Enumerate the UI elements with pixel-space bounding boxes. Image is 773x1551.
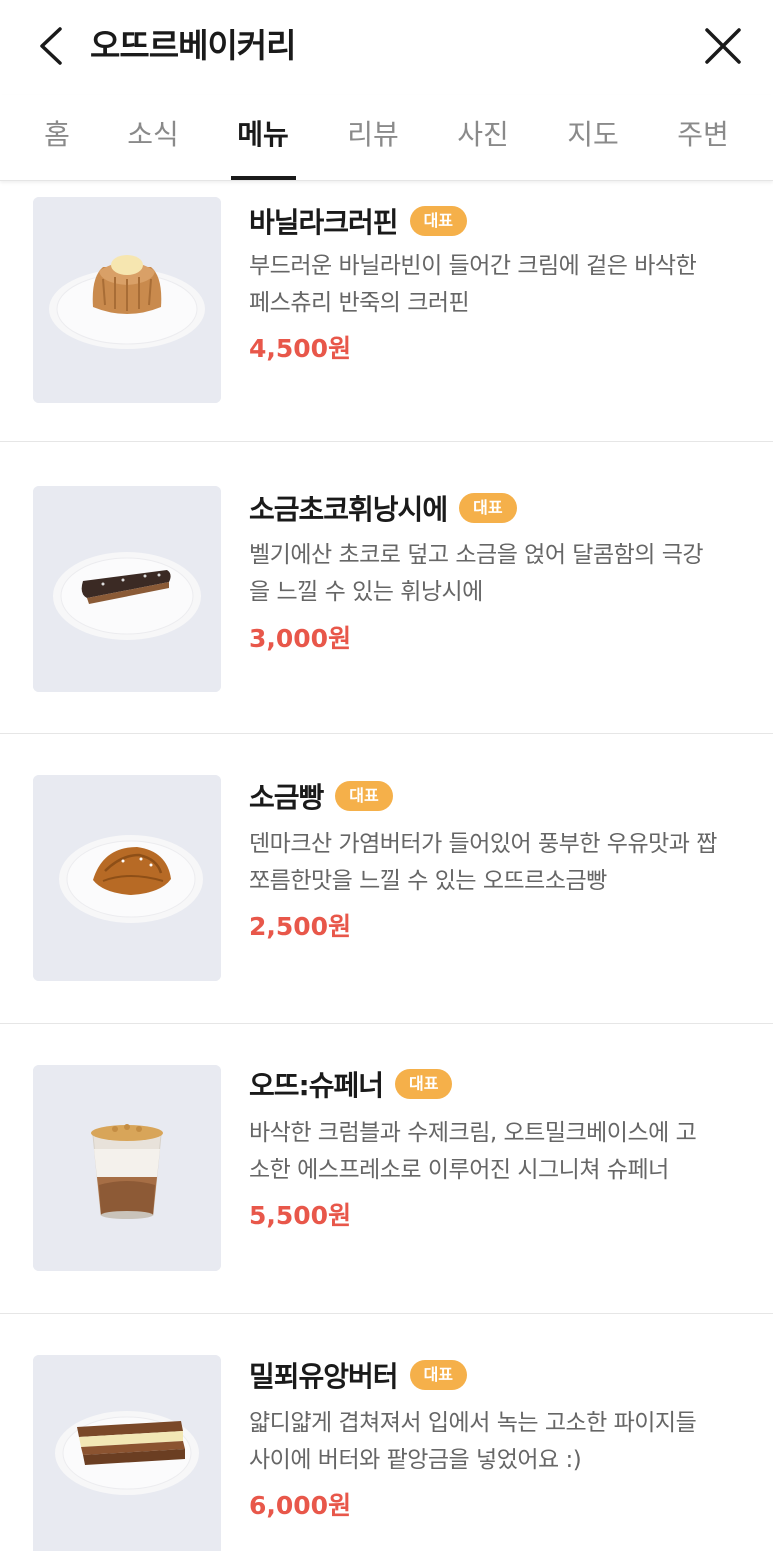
desc-line: 덴마크산 가염버터가 들어있어 풍부한 우유맛과 짭 (249, 831, 717, 857)
desc-line: 을 느낄 수 있는 휘낭시에 (249, 579, 483, 605)
tab-map[interactable]: 지도 (557, 95, 629, 181)
menu-item-photo (33, 486, 221, 692)
active-tab-indicator (231, 176, 296, 180)
menu-item-photo (33, 1065, 221, 1271)
menu-item[interactable]: 밀푀유앙버터 대표 얇디얇게 겹쳐져서 입에서 녹는 고소한 파이지들 사이에 … (0, 1313, 773, 1551)
menu-item-price: 6,000원 (249, 1491, 352, 1520)
desc-line: 사이에 버터와 팥앙금을 넣었어요 :) (249, 1447, 582, 1473)
menu-item-price: 5,500원 (249, 1201, 352, 1230)
close-icon (705, 28, 741, 64)
menu-item-price: 4,500원 (249, 334, 352, 363)
tab-bar: 홈 소식 메뉴 리뷰 사진 지도 주변 (0, 95, 773, 181)
menu-item-name: 바닐라크러핀 (249, 206, 399, 239)
page-title: 오뜨르베이커리 (90, 26, 297, 65)
back-button[interactable] (28, 22, 76, 70)
salt-bread-image (33, 775, 221, 981)
desc-line: 얇디얇게 겹쳐져서 입에서 녹는 고소한 파이지들 (249, 1410, 697, 1436)
signature-badge: 대표 (409, 1360, 468, 1390)
desc-line: 벨기에산 초코로 덮고 소금을 얹어 달콤함의 극강 (249, 542, 704, 568)
desc-line: 쪼름한맛을 느낄 수 있는 오뜨르소금빵 (249, 868, 607, 894)
cruffin-image (33, 197, 221, 403)
menu-item-name: 오뜨:슈페너 (249, 1069, 384, 1102)
menu-item-description: 얇디얇게 겹쳐져서 입에서 녹는 고소한 파이지들 사이에 버터와 팥앙금을 넣… (249, 1405, 749, 1479)
tab-photos[interactable]: 사진 (447, 95, 519, 181)
menu-item-header: 오뜨:슈페너 대표 (249, 1064, 453, 1104)
menu-item-header: 소금빵 대표 (249, 776, 393, 816)
menu-item-photo (33, 775, 221, 981)
header: 오뜨르베이커리 (0, 0, 773, 95)
close-button[interactable] (699, 22, 747, 70)
menu-item-description: 덴마크산 가염버터가 들어있어 풍부한 우유맛과 짭 쪼름한맛을 느낄 수 있는… (249, 826, 749, 900)
tab-reviews[interactable]: 리뷰 (337, 95, 409, 181)
menu-item-description: 벨기에산 초코로 덮고 소금을 얹어 달콤함의 극강 을 느낄 수 있는 휘낭시… (249, 537, 749, 611)
menu-item[interactable]: 바닐라크러핀 대표 부드러운 바닐라빈이 들어간 크림에 겉은 바삭한 페스츄리… (0, 152, 773, 442)
menu-item[interactable]: 소금빵 대표 덴마크산 가염버터가 들어있어 풍부한 우유맛과 짭 쪼름한맛을 … (0, 734, 773, 1024)
mille-feuille-image (33, 1355, 221, 1551)
menu-item-header: 소금초코휘낭시에 대표 (249, 488, 517, 528)
signature-badge: 대표 (409, 206, 468, 236)
desc-line: 부드러운 바닐라빈이 들어간 크림에 겉은 바삭한 (249, 253, 697, 279)
menu-item-name: 소금빵 (249, 781, 324, 814)
menu-item-description: 부드러운 바닐라빈이 들어간 크림에 겉은 바삭한 페스츄리 반죽의 크러핀 (249, 248, 749, 322)
menu-item-price: 2,500원 (249, 912, 352, 941)
menu-item[interactable]: 소금초코휘낭시에 대표 벨기에산 초코로 덮고 소금을 얹어 달콤함의 극강 을… (0, 444, 773, 734)
menu-item-price: 3,000원 (249, 624, 352, 653)
signature-badge: 대표 (335, 781, 393, 811)
menu-item[interactable]: 오뜨:슈페너 대표 바삭한 크럼블과 수제크림, 오트밀크베이스에 고 소한 에… (0, 1024, 773, 1314)
chevron-left-icon (40, 27, 62, 65)
menu-item-header: 바닐라크러핀 대표 (249, 201, 468, 241)
menu-item-header: 밀푀유앙버터 대표 (249, 1355, 468, 1395)
tab-nearby[interactable]: 주변 (667, 95, 739, 181)
desc-line: 페스츄리 반죽의 크러핀 (249, 290, 470, 316)
menu-item-name: 밀푀유앙버터 (249, 1360, 399, 1393)
menu-item-photo (33, 1355, 221, 1551)
desc-line: 소한 에스프레소로 이루어진 시그니쳐 슈페너 (249, 1157, 669, 1183)
menu-item-description: 바삭한 크럼블과 수제크림, 오트밀크베이스에 고 소한 에스프레소로 이루어진… (249, 1115, 749, 1189)
signature-badge: 대표 (395, 1069, 453, 1099)
financier-image (33, 486, 221, 692)
tab-news[interactable]: 소식 (117, 95, 189, 181)
einspanner-image (33, 1065, 221, 1271)
signature-badge: 대표 (459, 493, 517, 523)
menu-item-name: 소금초코휘낭시에 (249, 493, 448, 526)
tab-menu[interactable]: 메뉴 (227, 95, 299, 181)
menu-item-photo (33, 197, 221, 403)
desc-line: 바삭한 크럼블과 수제크림, 오트밀크베이스에 고 (249, 1120, 697, 1146)
tab-home[interactable]: 홈 (22, 95, 92, 181)
